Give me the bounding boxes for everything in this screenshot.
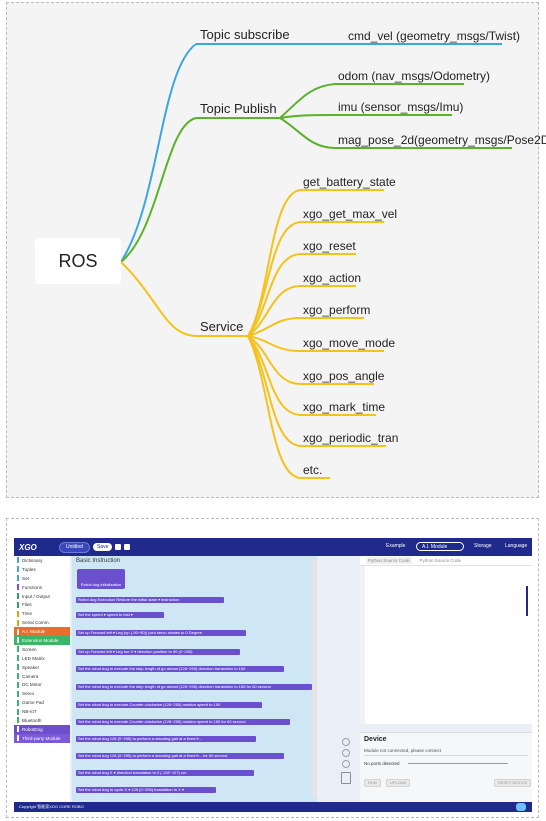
sidebar-item[interactable]: Serial Comm. [14,618,70,627]
project-title[interactable]: Untitled [59,541,90,553]
trash-icon[interactable] [341,772,351,784]
service-item: xgo_periodic_tran [303,431,399,445]
zoom-controls [340,738,352,784]
service-item: xgo_move_mode [303,336,396,350]
code-panel: Python Source Code Python Source Code [360,556,532,724]
sidebar-item-third-party[interactable]: Third-party Module [14,733,70,743]
zoom-out-icon[interactable] [342,760,350,768]
sidebar-item[interactable]: Servo [14,689,70,698]
code-scroll-indicator [526,586,528,616]
ide-header: XGO Untitled Save Example A.I. Module St… [14,538,532,556]
mascot-icon [516,803,526,811]
workspace-title: Basic Instruction [76,558,121,564]
sidebar-item[interactable]: LED Matrix [14,654,70,663]
instruction-block[interactable]: Set the robot dog 128 (0~255) to perform… [76,753,284,759]
instruction-block[interactable]: Set up Forward left ▾ Leg toe X ▾ direct… [76,649,240,655]
zoom-in-icon[interactable] [342,749,350,757]
branch-topic-publish: Topic Publish [200,101,277,116]
instruction-block[interactable]: Set the robot dog to execute Counter-clo… [76,719,290,725]
sidebar-item[interactable]: Input / Output [14,592,70,601]
branch-topic-subscribe: Topic subscribe [200,27,290,42]
storage-button[interactable]: Storage [474,543,492,549]
reset-device-button[interactable]: RESET DEVICE [494,779,532,787]
sidebar-item[interactable]: Game Pad [14,698,70,707]
code-gutter [360,566,365,724]
copyright-text: Copyright 智能家XGO CORE ROBO [19,804,84,809]
instruction-block[interactable]: Set the robot dog to execute the step le… [76,684,312,690]
ide-window: XGO Untitled Save Example A.I. Module St… [14,538,532,812]
sidebar-item[interactable]: Screen [14,645,70,654]
zoom-reset-icon[interactable] [342,738,350,746]
instruction-block[interactable]: Set the robot dog to execute the step le… [76,666,284,672]
service-item: etc. [303,463,323,477]
sidebar-item[interactable]: NB-IoT [14,707,70,716]
device-title: Device [364,736,387,743]
service-item: xgo_get_max_vel [303,207,398,221]
sidebar-item-extension[interactable]: Extension Module [14,636,70,645]
instruction-block[interactable]: Set the robot dog 128 (0~255) to perform… [76,736,256,742]
branch-service: Service [200,319,244,334]
device-divider [364,755,528,756]
export-icon[interactable] [124,544,131,550]
device-panel: Device Module not connected, please conn… [360,732,532,802]
ros-root-node: ROS [35,238,121,284]
sidebar-item[interactable]: Functions [14,583,70,592]
service-item: xgo_reset [303,239,356,253]
instruction-block[interactable]: Set the robot dog to execute Counter-clo… [76,702,262,708]
instruction-block[interactable]: Robot dog Execution Restore the initial … [76,597,224,603]
ports-select[interactable]: No ports detected [364,761,400,766]
tab-python-code-alt[interactable]: Python Source Code [418,557,464,564]
publish-item: odom (nav_msgs/Odometry) [338,69,491,83]
sidebar-item[interactable]: Time [14,609,70,618]
language-button[interactable]: Language [505,543,527,549]
upload-button[interactable]: UPLOAD [386,779,411,787]
ide-footer: Copyright 智能家XGO CORE ROBO [14,802,532,812]
run-button[interactable]: RUN [364,779,381,787]
publish-item: mag_pose_2d(geometry_msgs/Pose2D) [338,133,546,147]
sidebar-item[interactable]: Speaker [14,663,70,672]
ports-select-underline [408,763,508,764]
sidebar-item[interactable]: Camera [14,672,70,681]
save-button[interactable]: Save [92,543,113,551]
service-item: xgo_mark_time [303,400,386,414]
sidebar-item[interactable]: Files [14,600,70,609]
service-item: xgo_pos_angle [303,369,385,383]
sidebar-item[interactable]: DC Motor [14,680,70,689]
publish-item: imu (sensor_msgs/Imu) [338,100,464,114]
robot-init-label: Robot dog initialization [80,582,122,587]
tab-python-code[interactable]: Python Source Code [366,557,412,564]
sidebar-item[interactable]: Set [14,574,70,583]
device-status: Module not connected, please connect [364,748,442,753]
app-logo: XGO [19,542,37,552]
sidebar-item-robotdog[interactable]: RobotDog [14,724,70,734]
workspace-scrollbar[interactable] [312,560,317,798]
instruction-block[interactable]: Set up Forward left ▾ Leg (up (-90~90)) … [76,630,246,636]
service-item: xgo_action [303,271,362,285]
instruction-block[interactable]: Set the robot dog X ▾ direction translat… [76,770,254,776]
service-item: get_battery_state [303,175,396,189]
subscribe-item: cmd_vel (geometry_msgs/Twist) [348,29,521,43]
sidebar-item[interactable]: Dictionary [14,556,70,565]
folder-icon[interactable] [115,544,122,550]
sidebar-item-ai-module[interactable]: A.I. Module [14,627,70,637]
module-select[interactable]: A.I. Module [416,542,464,551]
sidebar-item[interactable]: Bluetooth [14,716,70,725]
block-workspace[interactable]: Basic Instruction Robot dog initializati… [72,556,317,802]
example-menu[interactable]: Example [386,543,405,549]
code-tabs: Python Source Code Python Source Code [360,556,532,566]
service-item: xgo_perform [303,303,371,317]
sidebar-item[interactable]: Tuples [14,565,70,574]
block-category-sidebar: Dictionary Tuples Set Functions Input / … [14,556,70,802]
instruction-block[interactable]: Set the speed ▾ speed to fast ▾ [76,612,164,618]
instruction-block[interactable]: Set the robot dog to cycle X ▾ 125 (0~25… [76,787,216,793]
